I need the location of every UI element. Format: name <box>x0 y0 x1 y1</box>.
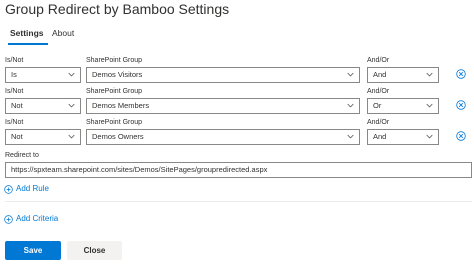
and-or-label: And/Or <box>367 119 390 126</box>
and-or-label: And/Or <box>367 57 390 64</box>
is-not-dropdown[interactable]: Not <box>5 129 81 145</box>
remove-rule-icon[interactable] <box>456 100 466 110</box>
rule-row: Is/Not SharePoint Group And/Or Not Demos… <box>0 119 474 147</box>
sharepoint-group-label: SharePoint Group <box>86 88 143 95</box>
chevron-down-icon <box>68 134 75 139</box>
sharepoint-group-label: SharePoint Group <box>86 57 143 64</box>
chevron-down-icon <box>347 103 354 108</box>
add-circle-icon <box>4 215 13 224</box>
sharepoint-group-dropdown[interactable]: Demos Visitors <box>86 67 360 83</box>
chevron-down-icon <box>347 134 354 139</box>
close-button[interactable]: Close <box>67 241 122 260</box>
sharepoint-group-dropdown[interactable]: Demos Owners <box>86 129 360 145</box>
chevron-down-icon <box>426 72 433 77</box>
and-or-dropdown[interactable]: Or <box>367 98 439 114</box>
redirect-label: Redirect to <box>5 152 39 159</box>
tab-about[interactable]: About <box>52 28 74 38</box>
is-not-dropdown[interactable]: Is <box>5 67 81 83</box>
sharepoint-group-value: Demos Members <box>92 101 150 110</box>
and-or-value: And <box>373 132 387 141</box>
sharepoint-group-value: Demos Owners <box>92 132 144 141</box>
sharepoint-group-value: Demos Visitors <box>92 70 143 79</box>
is-not-label: Is/Not <box>5 119 24 126</box>
is-not-value: Not <box>11 101 23 110</box>
remove-rule-icon[interactable] <box>456 131 466 141</box>
is-not-label: Is/Not <box>5 88 24 95</box>
tab-settings[interactable]: Settings <box>8 28 48 45</box>
add-rule-label: Add Rule <box>16 184 49 193</box>
page-title: Group Redirect by Bamboo Settings <box>5 1 230 17</box>
is-not-label: Is/Not <box>5 57 24 64</box>
chevron-down-icon <box>68 103 75 108</box>
and-or-value: Or <box>373 101 382 110</box>
save-button[interactable]: Save <box>5 241 61 260</box>
chevron-down-icon <box>68 72 75 77</box>
rule-row: Is/Not SharePoint Group And/Or Not Demos… <box>0 88 474 116</box>
redirect-url-input[interactable]: https://spxteam.sharepoint.com/sites/Dem… <box>5 162 472 178</box>
add-criteria-label: Add Criteria <box>16 214 59 223</box>
and-or-value: And <box>373 70 387 79</box>
is-not-dropdown[interactable]: Not <box>5 98 81 114</box>
chevron-down-icon <box>426 103 433 108</box>
and-or-label: And/Or <box>367 88 390 95</box>
and-or-dropdown[interactable]: And <box>367 129 439 145</box>
rule-row: Is/Not SharePoint Group And/Or Is Demos … <box>0 57 474 85</box>
is-not-value: Is <box>11 70 17 79</box>
divider <box>5 201 472 202</box>
remove-rule-icon[interactable] <box>456 69 466 79</box>
add-circle-icon <box>4 185 13 194</box>
and-or-dropdown[interactable]: And <box>367 67 439 83</box>
sharepoint-group-dropdown[interactable]: Demos Members <box>86 98 360 114</box>
chevron-down-icon <box>347 72 354 77</box>
chevron-down-icon <box>426 134 433 139</box>
is-not-value: Not <box>11 132 23 141</box>
sharepoint-group-label: SharePoint Group <box>86 119 143 126</box>
